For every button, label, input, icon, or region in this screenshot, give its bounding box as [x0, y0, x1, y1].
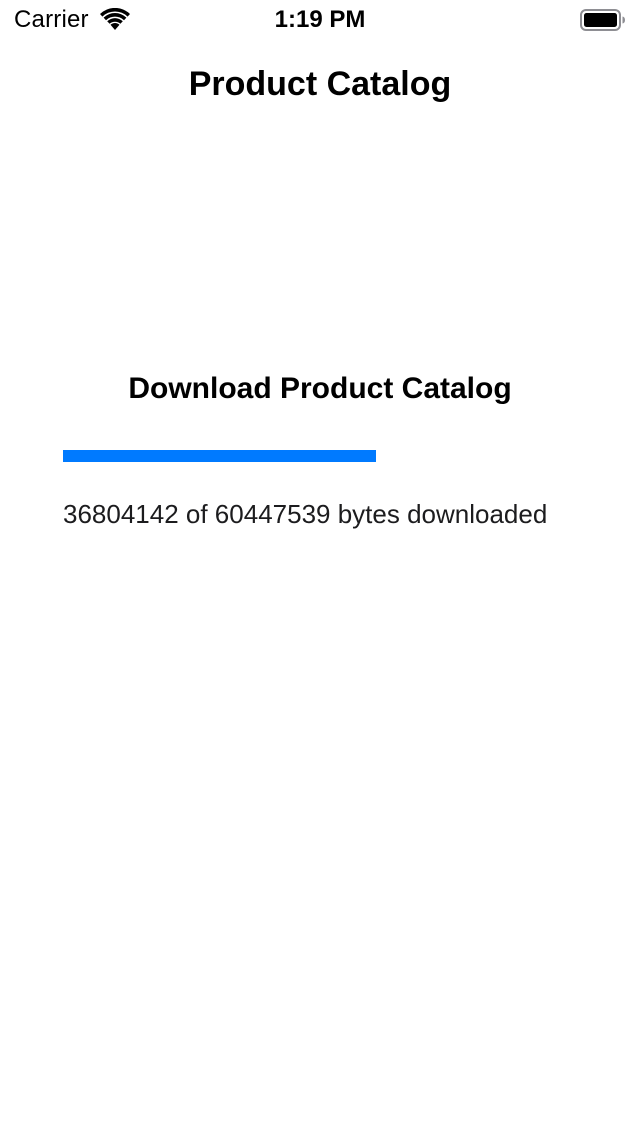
- bytes-downloaded-status: 36804142 of 60447539 bytes downloaded: [63, 499, 548, 529]
- download-progress-fill: [63, 450, 376, 462]
- status-time: 1:19 PM: [274, 6, 366, 33]
- download-heading: Download Product Catalog: [128, 372, 512, 405]
- battery-icon: [580, 9, 625, 31]
- status-bar: Carrier 1:19 PM: [0, 0, 640, 40]
- nav-title: Product Catalog: [188, 65, 452, 103]
- download-progress-bar: [63, 450, 577, 462]
